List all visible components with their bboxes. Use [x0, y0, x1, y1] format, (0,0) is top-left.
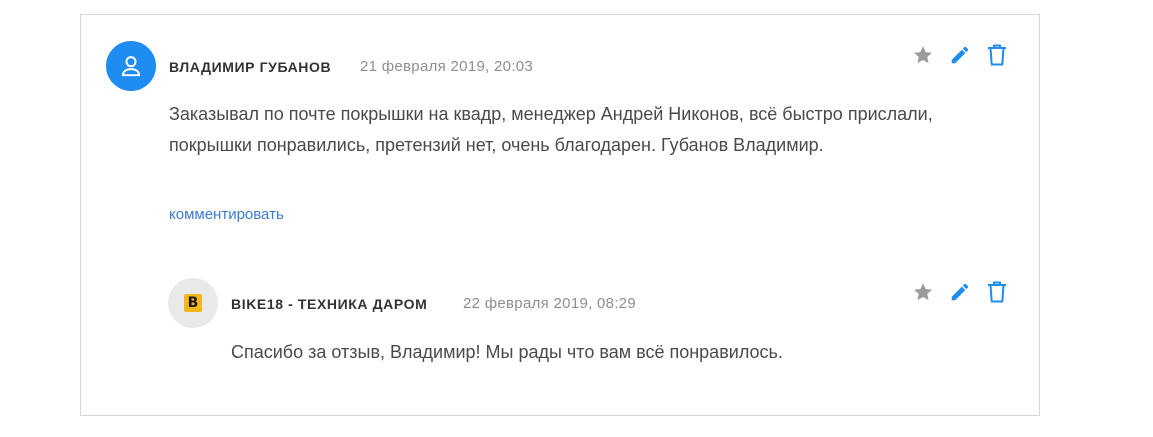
edit-icon[interactable] [948, 280, 972, 304]
comment-reply-link[interactable]: комментировать [169, 206, 284, 223]
star-icon[interactable] [911, 43, 935, 67]
comment-actions [911, 280, 1009, 304]
comment-text: Заказывал по почте покрышки на квадр, ме… [169, 104, 933, 155]
user-icon [118, 53, 144, 79]
avatar: B [168, 278, 218, 328]
comment-item: Владимир Губанов 21 февраля 2019, 20:03 … [81, 15, 1039, 235]
edit-icon[interactable] [948, 43, 972, 67]
comment-text: Спасибо за отзыв, Владимир! Мы рады что … [231, 342, 783, 362]
reviews-card: Владимир Губанов 21 февраля 2019, 20:03 … [80, 14, 1040, 416]
comment-date: 22 февраля 2019, 08:29 [463, 295, 637, 312]
bike18-logo: B [184, 294, 202, 312]
star-icon[interactable] [911, 280, 935, 304]
comment-author: Владимир Губанов [169, 59, 332, 75]
comment-date: 21 февраля 2019, 20:03 [360, 58, 534, 75]
comment-actions [911, 43, 1009, 67]
delete-icon[interactable] [985, 280, 1009, 304]
delete-icon[interactable] [985, 43, 1009, 67]
comment-author: BIKE18 - техника даром [231, 296, 428, 312]
reply-item: B BIKE18 - техника даром 22 февраля 2019… [81, 265, 1039, 395]
avatar [106, 41, 156, 91]
